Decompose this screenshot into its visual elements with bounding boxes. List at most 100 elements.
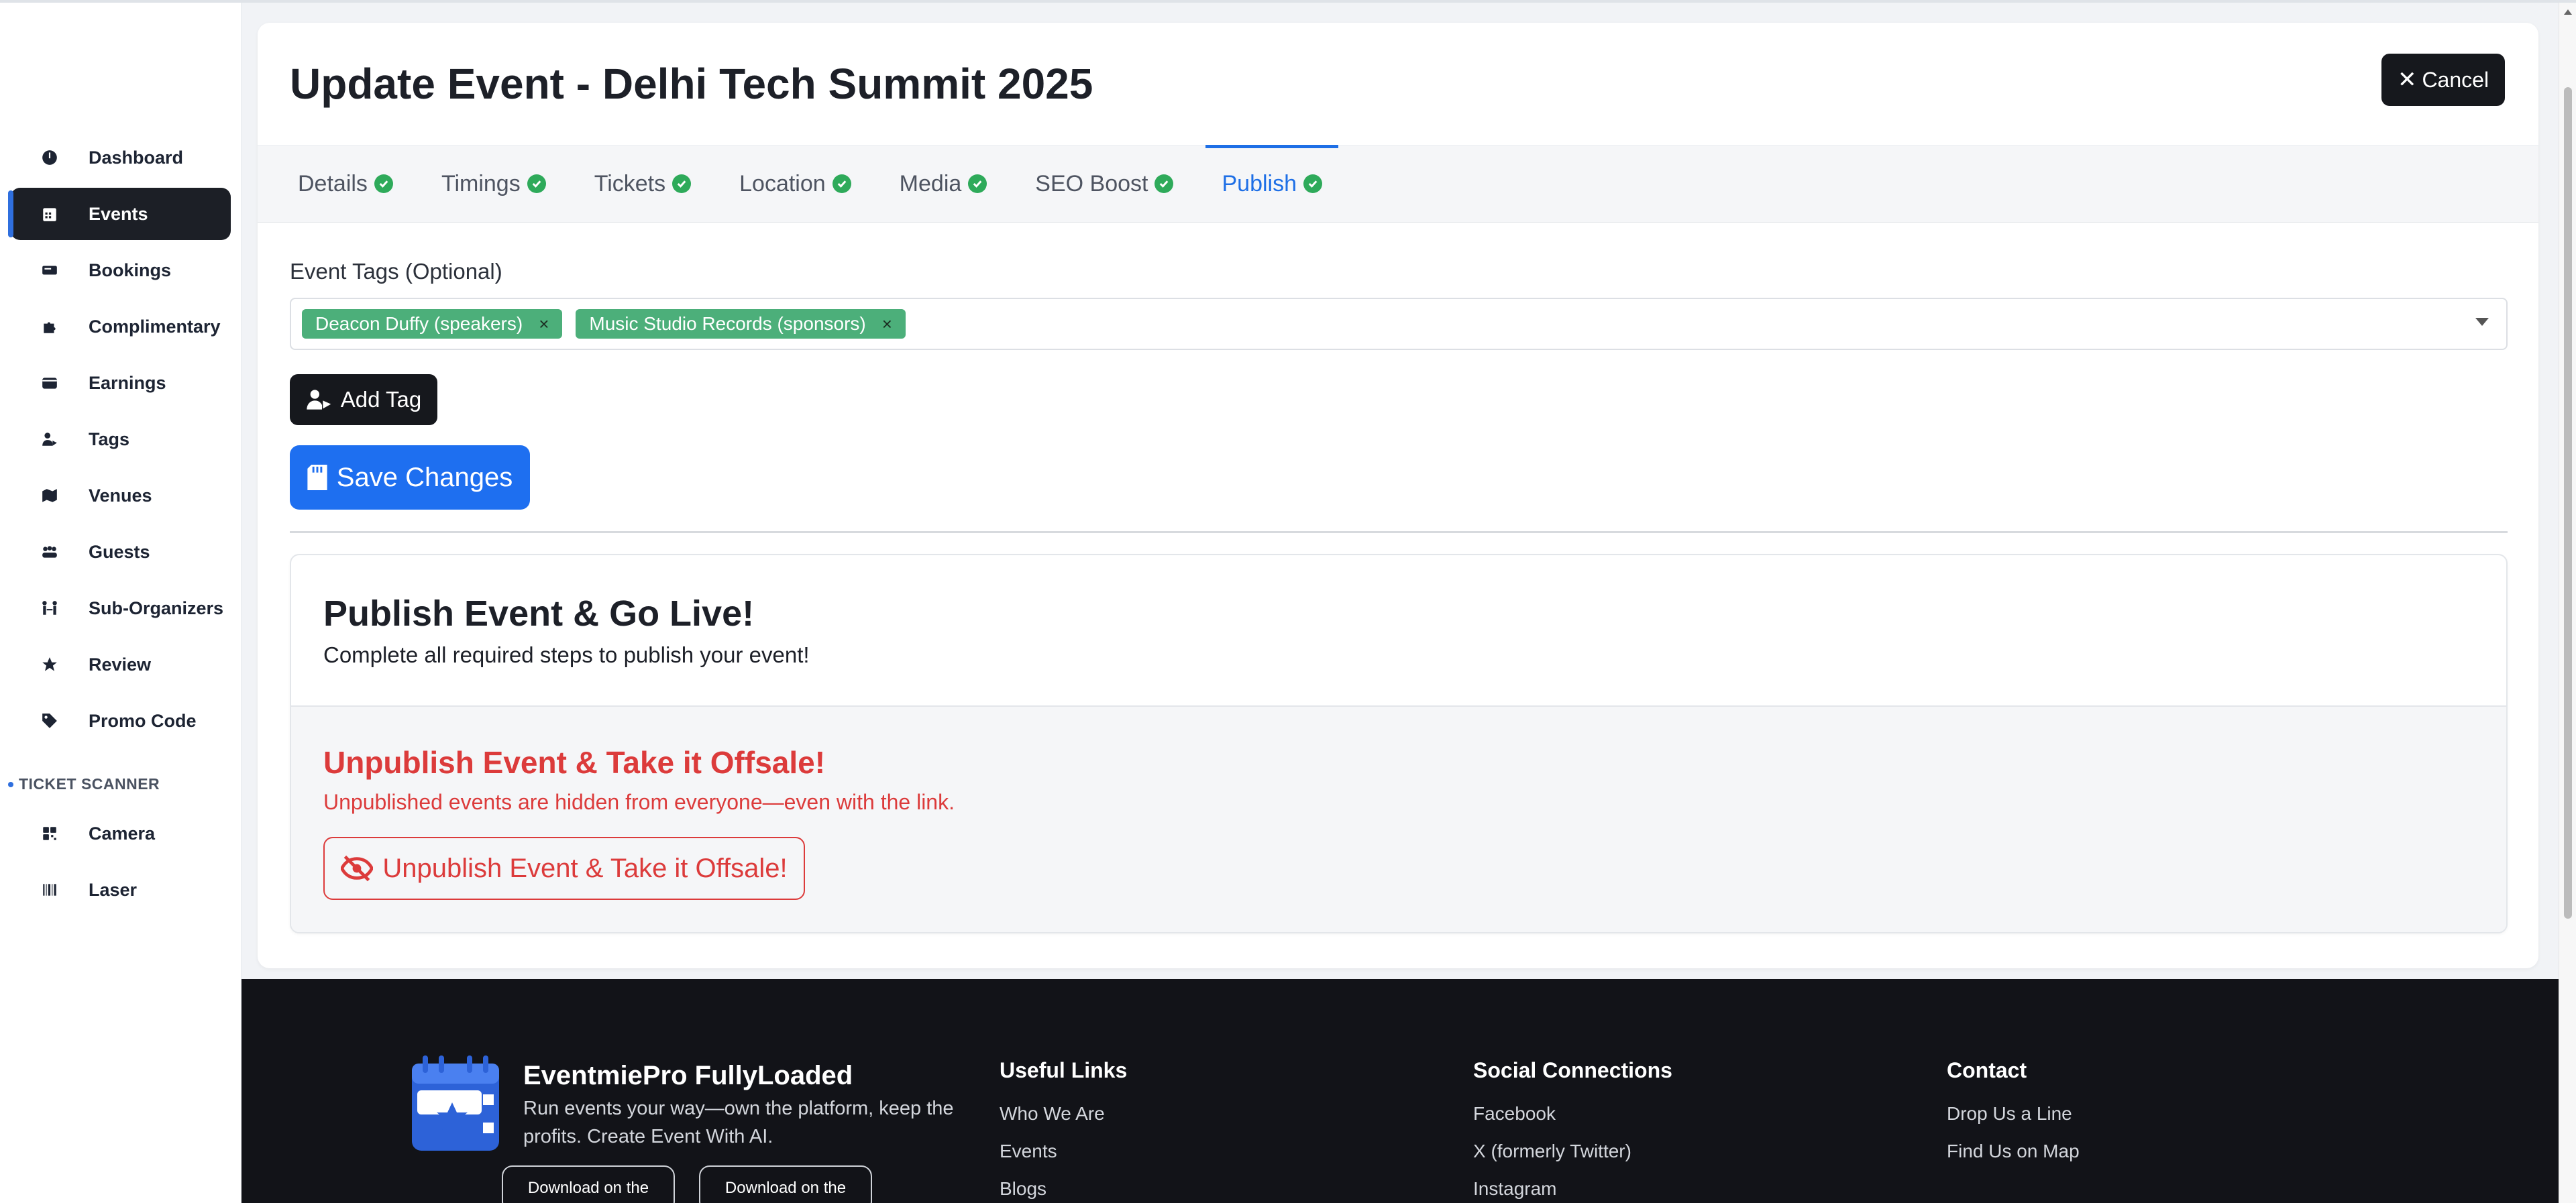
play-store-button[interactable]: Download on the — [699, 1165, 872, 1203]
chevron-down-icon[interactable] — [2475, 318, 2489, 326]
people-arrows-icon — [36, 595, 63, 622]
footer-column-title: Useful Links — [1000, 1058, 1128, 1082]
wallet-icon — [36, 369, 63, 396]
divider — [290, 531, 2508, 533]
users-icon — [36, 538, 63, 565]
puzzle-icon — [36, 313, 63, 340]
add-tag-button[interactable]: Add Tag — [290, 374, 437, 425]
check-circle-icon — [374, 174, 393, 193]
sidebar-item-dashboard[interactable]: Dashboard — [11, 131, 231, 184]
site-footer: EventmiePro FullyLoaded Run events your … — [241, 979, 2576, 1203]
tab-label: Location — [739, 170, 826, 196]
calendar-icon — [36, 200, 63, 227]
main-card: Update Event - Delhi Tech Summit 2025 ✕ … — [258, 23, 2538, 968]
sidebar-item-events[interactable]: Events — [8, 188, 231, 240]
scrollbar-thumb[interactable] — [2564, 87, 2572, 919]
publish-subtitle: Complete all required steps to publish y… — [323, 642, 810, 667]
check-circle-icon — [527, 174, 546, 193]
sidebar-item-label: Promo Code — [89, 710, 197, 731]
sidebar-item-tags[interactable]: Tags — [11, 413, 231, 465]
publish-section: Publish Event & Go Live! Complete all re… — [291, 555, 2506, 707]
tag-chip-label: Music Studio Records (sponsors) — [589, 313, 866, 334]
sidebar-item-label: Bookings — [89, 260, 172, 280]
tab-label: Timings — [441, 170, 521, 196]
sidebar-item-sub-organizers[interactable]: Sub-Organizers — [11, 582, 231, 634]
sidebar-item-label: Dashboard — [89, 147, 184, 168]
sidebar-item-label: Laser — [89, 879, 138, 900]
unpublish-section: Unpublish Event & Take it Offsale! Unpub… — [291, 707, 2506, 932]
tab-tickets[interactable]: Tickets — [578, 146, 707, 222]
sidebar-item-promo-code[interactable]: Promo Code — [11, 695, 231, 747]
footer-link-who-we-are[interactable]: Who We Are — [1000, 1103, 1127, 1125]
sidebar-item-label: Events — [89, 203, 148, 224]
sd-card-icon — [307, 465, 327, 490]
star-icon — [36, 651, 63, 678]
check-circle-icon — [672, 174, 692, 193]
tab-location[interactable]: Location — [723, 146, 867, 222]
publish-title: Publish Event & Go Live! — [323, 593, 755, 634]
tab-seo-boost[interactable]: SEO Boost — [1019, 146, 1189, 222]
tab-timings[interactable]: Timings — [425, 146, 562, 222]
footer-link-find-us-on-map[interactable]: Find Us on Map — [1947, 1141, 2080, 1162]
cancel-label: Cancel — [2422, 67, 2489, 92]
map-icon — [36, 482, 63, 509]
sidebar-item-label: Review — [89, 654, 152, 675]
sidebar-nav: Dashboard Events Bookings Complimentary … — [8, 131, 231, 751]
close-icon: ✕ — [2397, 67, 2417, 93]
sidebar-item-label: Sub-Organizers — [89, 597, 224, 618]
footer-link-x-twitter[interactable]: X (formerly Twitter) — [1473, 1141, 1672, 1162]
qrcode-icon — [36, 820, 63, 847]
event-tags-select[interactable]: Deacon Duffy (speakers) × Music Studio R… — [290, 298, 2508, 350]
sidebar-item-laser[interactable]: Laser — [11, 864, 231, 916]
event-tags-label: Event Tags (Optional) — [290, 259, 502, 284]
brand-logo-icon — [412, 1055, 499, 1151]
save-changes-button[interactable]: Save Changes — [290, 445, 530, 510]
page-title: Update Event - Delhi Tech Summit 2025 — [290, 60, 1093, 108]
sidebar-item-bookings[interactable]: Bookings — [11, 244, 231, 296]
page-scrollbar[interactable] — [2559, 3, 2576, 1203]
sidebar-item-earnings[interactable]: Earnings — [11, 357, 231, 409]
ticket-icon — [36, 257, 63, 284]
tab-media[interactable]: Media — [883, 146, 1004, 222]
scanner-nav: Camera Laser — [11, 807, 231, 920]
footer-link-drop-us-a-line[interactable]: Drop Us a Line — [1947, 1103, 2080, 1125]
cancel-button[interactable]: ✕ Cancel — [2381, 54, 2505, 106]
barcode-icon — [36, 876, 63, 903]
section-dot-icon — [8, 781, 13, 787]
sidebar-item-venues[interactable]: Venues — [11, 469, 231, 522]
unpublish-button[interactable]: Unpublish Event & Take it Offsale! — [323, 837, 805, 900]
sidebar-item-label: Earnings — [89, 372, 166, 393]
check-circle-icon — [968, 174, 987, 193]
sidebar-item-camera[interactable]: Camera — [11, 807, 231, 860]
sidebar-item-complimentary[interactable]: Complimentary — [11, 300, 231, 353]
footer-column-title: Social Connections — [1473, 1058, 1672, 1082]
tab-label: Tickets — [594, 170, 666, 196]
tab-details[interactable]: Details — [282, 146, 409, 222]
check-circle-icon — [1303, 174, 1322, 193]
publish-panel: Publish Event & Go Live! Complete all re… — [290, 554, 2508, 933]
remove-tag-icon[interactable]: × — [882, 314, 892, 335]
top-border — [0, 0, 2576, 3]
remove-tag-icon[interactable]: × — [539, 314, 549, 335]
sidebar-item-guests[interactable]: Guests — [11, 526, 231, 578]
ticket-scanner-heading: TICKET SCANNER — [8, 775, 160, 793]
footer-social-connections: Social Connections Facebook X (formerly … — [1473, 1058, 1672, 1203]
sidebar-item-review[interactable]: Review — [11, 638, 231, 691]
unpublish-button-label: Unpublish Event & Take it Offsale! — [382, 853, 788, 883]
gauge-icon — [36, 144, 63, 171]
user-tag-icon — [36, 426, 63, 453]
scroll-up-icon[interactable] — [2564, 9, 2572, 15]
tab-publish[interactable]: Publish — [1205, 145, 1338, 222]
sidebar-item-label: Camera — [89, 823, 156, 844]
app-store-button[interactable]: Download on the — [502, 1165, 675, 1203]
unpublish-subtitle: Unpublished events are hidden from every… — [323, 790, 955, 814]
tag-chip: Music Studio Records (sponsors) × — [576, 309, 906, 339]
footer-contact: Contact Drop Us a Line Find Us on Map — [1947, 1058, 2080, 1178]
sidebar-item-label: Tags — [89, 428, 130, 449]
tab-label: Media — [899, 170, 962, 196]
footer-tagline: Run events your way—own the platform, ke… — [523, 1098, 954, 1147]
footer-link-instagram[interactable]: Instagram — [1473, 1178, 1672, 1200]
footer-link-blogs[interactable]: Blogs — [1000, 1178, 1127, 1200]
footer-link-events[interactable]: Events — [1000, 1141, 1127, 1162]
footer-link-facebook[interactable]: Facebook — [1473, 1103, 1672, 1125]
